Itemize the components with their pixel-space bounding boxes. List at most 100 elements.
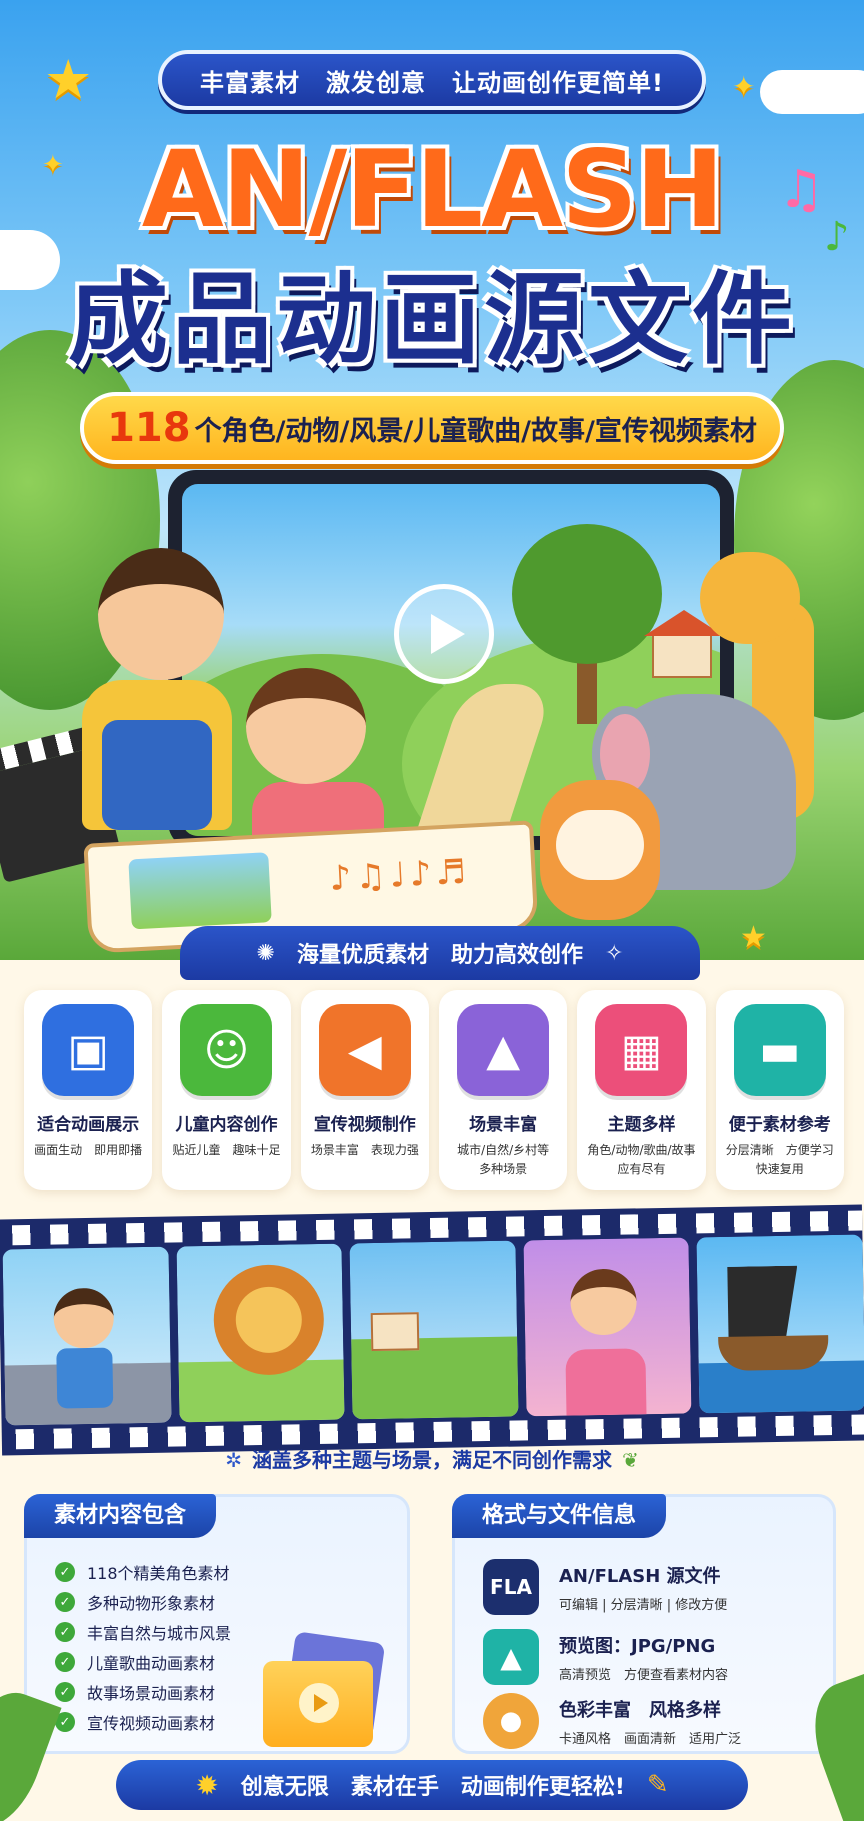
slogan-text: 动画制作更轻松!: [460, 1775, 625, 1800]
check-icon: ✓: [55, 1652, 75, 1672]
list-item-label: 丰富自然与城市风景: [87, 1624, 232, 1643]
list-item: ✓ 118个精美角色素材: [55, 1557, 231, 1587]
star-icon: ✦: [732, 70, 756, 103]
folder-icon: ▬: [733, 1004, 826, 1096]
frame-lion: [176, 1243, 345, 1423]
palette-icon: ●: [483, 1693, 539, 1749]
title-english: AN/FLASH: [141, 128, 725, 251]
slogan-text: 素材在手: [350, 1775, 439, 1800]
feature-title: 场景丰富: [469, 1115, 538, 1135]
feature-card: ▲ 场景丰富 城市/自然/乡村等 多种场景: [438, 990, 568, 1190]
cloud: [760, 70, 864, 114]
frame-singing-girl: [523, 1237, 692, 1417]
feature-desc: 角色/动物/歌曲/故事 应有尽有: [587, 1143, 696, 1176]
feature-desc: 画面生动 即用即播: [34, 1143, 143, 1157]
film-icon: ▣: [42, 1004, 135, 1096]
dog-face: [556, 810, 644, 880]
megaphone-icon: ◀: [318, 1004, 411, 1096]
frame-city-boy: [2, 1246, 172, 1426]
check-icon: ✓: [55, 1682, 75, 1702]
format-row: ▲ 预览图：JPG/PNG 高清预览 方便查看素材内容: [483, 1629, 728, 1685]
film-strip: [0, 1204, 864, 1456]
fla-file-icon: FLA: [483, 1559, 539, 1615]
feature-card: ▣ 适合动画展示 画面生动 即用即播: [24, 990, 153, 1190]
format-title: 色彩丰富 风格多样: [559, 1699, 721, 1721]
star-icon: ★: [44, 48, 93, 111]
list-item: ✓ 宣传视频动画素材: [55, 1707, 231, 1737]
list-item-label: 118个精美角色素材: [87, 1564, 230, 1583]
check-icon: ✓: [55, 1622, 75, 1642]
content-panel-title: 素材内容包含: [24, 1494, 217, 1538]
feature-cards: ▣ 适合动画展示 画面生动 即用即播 ☺ 儿童内容创作 贴近儿童 趣味十足 ◀ …: [24, 990, 844, 1190]
list-item: ✓ 丰富自然与城市风景: [55, 1617, 231, 1647]
content-panel: 素材内容包含 ✓ 118个精美角色素材 ✓ 多种动物形象素材 ✓ 丰富自然与城市风景 …: [24, 1494, 410, 1754]
check-icon: ✓: [55, 1592, 75, 1612]
image-icon: ▲: [483, 1629, 539, 1685]
format-row: ● 色彩丰富 风格多样 卡通风格 画面清新 适用广泛: [483, 1693, 741, 1749]
format-title: AN/FLASH 源文件: [559, 1565, 721, 1587]
feature-desc: 分层清晰 方便学习 快速复用: [725, 1143, 834, 1176]
book-illustration: [128, 852, 272, 930]
top-banner: 丰富素材 激发创意 让动画创作更简单!: [158, 50, 706, 110]
format-row: FLA AN/FLASH 源文件 可编辑 | 分层清晰 | 修改方便: [483, 1559, 727, 1615]
list-item-label: 宣传视频动画素材: [87, 1714, 216, 1733]
feature-card: ☺ 儿童内容创作 贴近儿童 趣味十足: [162, 990, 291, 1190]
format-sub: 高清预览 方便查看素材内容: [559, 1667, 729, 1683]
slogan-text: 创意无限: [240, 1775, 329, 1800]
feature-title: 适合动画展示: [37, 1115, 140, 1135]
feature-card: ◀ 宣传视频制作 场景丰富 表现力强: [300, 990, 429, 1190]
landscape-icon: ▲: [457, 1004, 550, 1096]
feature-desc: 城市/自然/乡村等 多种场景: [457, 1143, 550, 1176]
format-panel: 格式与文件信息 FLA AN/FLASH 源文件 可编辑 | 分层清晰 | 修改…: [452, 1494, 836, 1754]
format-panel-title: 格式与文件信息: [452, 1494, 667, 1538]
play-icon: [299, 1683, 339, 1723]
top-banner-text: 激发创意: [326, 68, 427, 97]
feature-desc: 场景丰富 表现力强: [310, 1143, 419, 1157]
hero-section: ★ ✦ ✦ ♫ ♪ 丰富素材 激发创意 让动画创作更简单! AN/FLASH 成…: [0, 0, 864, 960]
leaf-icon: ❦: [622, 1448, 639, 1472]
sparkle-icon: ✺: [256, 940, 275, 966]
feature-card: ▦ 主题多样 角色/动物/歌曲/故事 应有尽有: [577, 990, 706, 1190]
frame-pirate-ship: [696, 1234, 864, 1414]
poster: ★ ✦ ✦ ♫ ♪ 丰富素材 激发创意 让动画创作更简单! AN/FLASH 成…: [0, 0, 864, 1821]
play-icon[interactable]: [394, 584, 494, 684]
list-item-label: 故事场景动画素材: [87, 1684, 216, 1703]
list-item: ✓ 故事场景动画素材: [55, 1677, 231, 1707]
subtitle-banner: 118 个角色/动物/风景/儿童歌曲/故事/宣传视频素材: [80, 392, 784, 464]
film-caption: ✲ 涵盖多种主题与场景，满足不同创作需求 ❦: [0, 1444, 864, 1473]
ribbon-text: 助力高效创作: [451, 943, 584, 968]
list-item-label: 儿童歌曲动画素材: [87, 1654, 216, 1673]
feature-title: 宣传视频制作: [313, 1115, 416, 1135]
film-caption-text: 涵盖多种主题与场景，满足不同创作需求: [252, 1448, 612, 1472]
ribbon-text: 海量优质素材: [296, 943, 429, 968]
list-item: ✓ 儿童歌曲动画素材: [55, 1647, 231, 1677]
bottom-slogan-bar: ✹ 创意无限 素材在手 动画制作更轻松! ✎: [116, 1760, 748, 1810]
format-sub: 可编辑 | 分层清晰 | 修改方便: [559, 1597, 728, 1613]
subtitle-number: 118: [107, 405, 191, 451]
star-icon: ★: [740, 920, 767, 955]
palette-icon: ✲: [225, 1448, 242, 1472]
feature-title: 儿童内容创作: [175, 1115, 278, 1135]
lightbulb-icon: ✹: [195, 1768, 219, 1802]
content-checklist: ✓ 118个精美角色素材 ✓ 多种动物形象素材 ✓ 丰富自然与城市风景 ✓ 儿童歌曲动画…: [55, 1557, 231, 1737]
girl-character: [246, 668, 366, 784]
boy-character: [98, 548, 224, 680]
video-folder-icon: [263, 1631, 387, 1747]
pencil-icon: ✎: [646, 1770, 669, 1800]
grid-icon: ▦: [595, 1004, 688, 1096]
film-frames: [2, 1234, 864, 1426]
top-banner-text: 丰富素材: [200, 68, 301, 97]
house: [644, 610, 720, 678]
format-sub: 卡通风格 画面清新 适用广泛: [559, 1731, 742, 1747]
feature-title: 便于素材参考: [728, 1115, 831, 1135]
frame-countryside: [349, 1240, 519, 1420]
sparkle-icon: ✧: [605, 940, 624, 966]
feature-title: 主题多样: [607, 1115, 676, 1135]
music-notes-icon: ♪♫♩♪♬: [328, 851, 471, 899]
top-banner-text: 让动画创作更简单!: [452, 68, 664, 97]
feature-card: ▬ 便于素材参考 分层清晰 方便学习 快速复用: [715, 990, 844, 1190]
child-face-icon: ☺: [180, 1004, 273, 1096]
check-icon: ✓: [55, 1562, 75, 1582]
feature-desc: 贴近儿童 趣味十足: [172, 1143, 281, 1157]
subtitle-text: 个角色/动物/风景/儿童歌曲/故事/宣传视频素材: [194, 415, 757, 447]
